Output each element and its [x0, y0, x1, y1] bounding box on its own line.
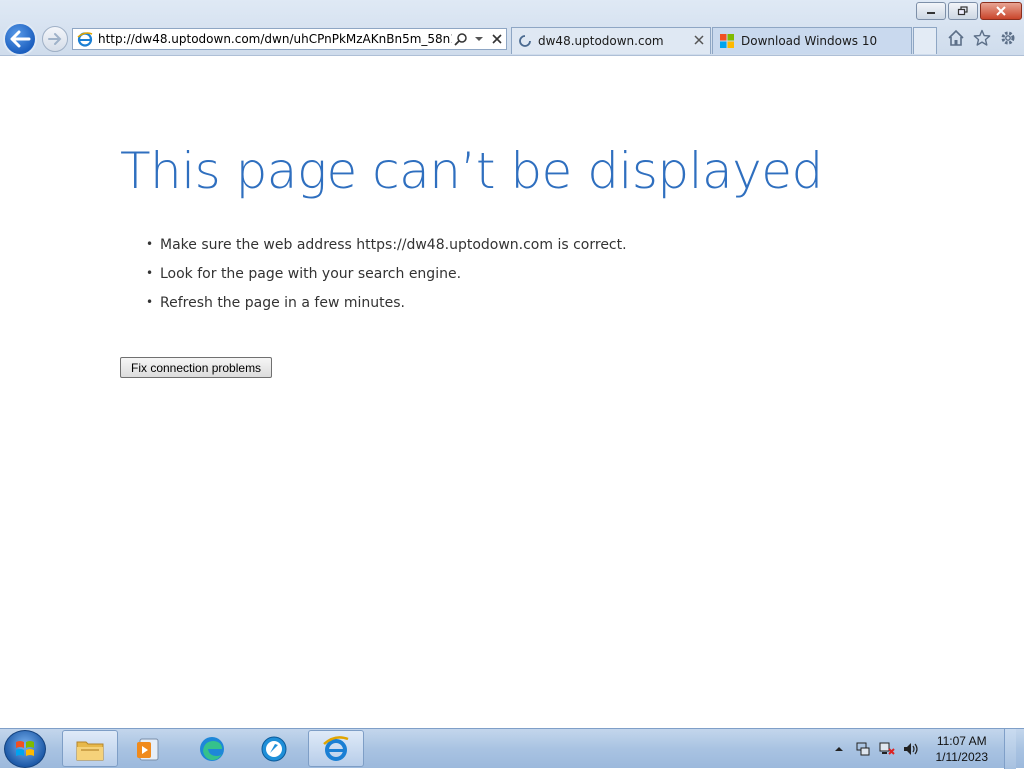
- bullet-icon: •: [146, 237, 154, 251]
- tab-label: Download Windows 10: [741, 34, 878, 48]
- tab-dw48-uptodown[interactable]: dw48.uptodown.com: [511, 27, 711, 54]
- clock-time: 11:07 AM: [936, 734, 987, 748]
- taskbar: 11:07 AM 1/11/2023: [0, 728, 1024, 769]
- page-title: This page can’t be displayed: [120, 142, 823, 200]
- media-player-taskbar-button[interactable]: [120, 730, 176, 767]
- system-tray: 11:07 AM 1/11/2023: [830, 729, 1016, 769]
- suggestion-text: Look for the page with your search engin…: [160, 266, 462, 282]
- browser-chrome: dw48.uptodown.com Download Windows 10: [0, 0, 1024, 56]
- chevron-up-icon[interactable]: [830, 740, 848, 758]
- tab-label: dw48.uptodown.com: [538, 34, 664, 48]
- folder-icon: [76, 741, 104, 760]
- chevron-down-icon[interactable]: [470, 30, 488, 48]
- home-icon[interactable]: [946, 28, 966, 48]
- suggestion-text: Refresh the page in a few minutes.: [160, 295, 405, 311]
- close-window-button[interactable]: [980, 2, 1022, 20]
- edge-icon: [200, 736, 224, 761]
- star-icon[interactable]: [972, 28, 992, 48]
- clock[interactable]: 11:07 AM 1/11/2023: [936, 733, 989, 765]
- blue-app-taskbar-button[interactable]: [246, 730, 302, 767]
- edge-taskbar-button[interactable]: [184, 730, 240, 767]
- search-icon[interactable]: [452, 30, 470, 48]
- close-icon: [996, 6, 1006, 16]
- back-arrow-icon: [10, 30, 31, 48]
- internet-explorer-icon: [323, 735, 349, 761]
- tab-close-icon[interactable]: [694, 34, 704, 49]
- back-button[interactable]: [3, 22, 37, 56]
- forward-arrow-icon: [48, 33, 62, 45]
- minimize-icon: [927, 12, 935, 14]
- windows-logo-icon: [16, 741, 34, 756]
- bullet-icon: •: [146, 266, 154, 280]
- fix-connection-button[interactable]: Fix connection problems: [120, 357, 273, 378]
- bullet-icon: •: [146, 295, 154, 309]
- list-item: • Refresh the page in a few minutes.: [146, 295, 627, 324]
- media-player-icon: [137, 738, 159, 760]
- suggestion-text: Make sure the web address https://dw48.u…: [160, 237, 627, 253]
- start-button[interactable]: [4, 730, 46, 768]
- show-desktop-button[interactable]: [1004, 729, 1016, 769]
- compass-app-icon: [261, 736, 287, 761]
- list-item: • Make sure the web address https://dw48…: [146, 237, 627, 266]
- internet-explorer-taskbar-button[interactable]: [308, 730, 364, 767]
- address-bar[interactable]: [72, 28, 507, 50]
- forward-button[interactable]: [42, 26, 68, 52]
- gear-icon[interactable]: [998, 28, 1018, 48]
- stop-loading-icon[interactable]: [488, 30, 506, 48]
- file-explorer-taskbar-button[interactable]: [62, 730, 118, 767]
- tab-download-windows-10[interactable]: Download Windows 10: [712, 27, 912, 54]
- list-item: • Look for the page with your search eng…: [146, 266, 627, 295]
- volume-icon[interactable]: [902, 740, 920, 758]
- restore-icon: [957, 6, 968, 16]
- loading-spinner-icon: [519, 35, 531, 47]
- ie-page-icon: [76, 30, 94, 48]
- suggestion-list: • Make sure the web address https://dw48…: [146, 237, 627, 324]
- address-input[interactable]: [94, 30, 452, 48]
- page-content: This page can’t be displayed • Make sure…: [0, 57, 1024, 728]
- new-tab-button[interactable]: [913, 27, 937, 54]
- action-center-icon[interactable]: [854, 740, 872, 758]
- restore-button[interactable]: [948, 2, 978, 20]
- minimize-button[interactable]: [916, 2, 946, 20]
- network-error-icon[interactable]: [878, 740, 896, 758]
- browser-toolbar: [946, 28, 1018, 48]
- windows-logo-icon: [720, 34, 734, 48]
- clock-date: 1/11/2023: [935, 750, 989, 764]
- window-controls: [916, 2, 1022, 20]
